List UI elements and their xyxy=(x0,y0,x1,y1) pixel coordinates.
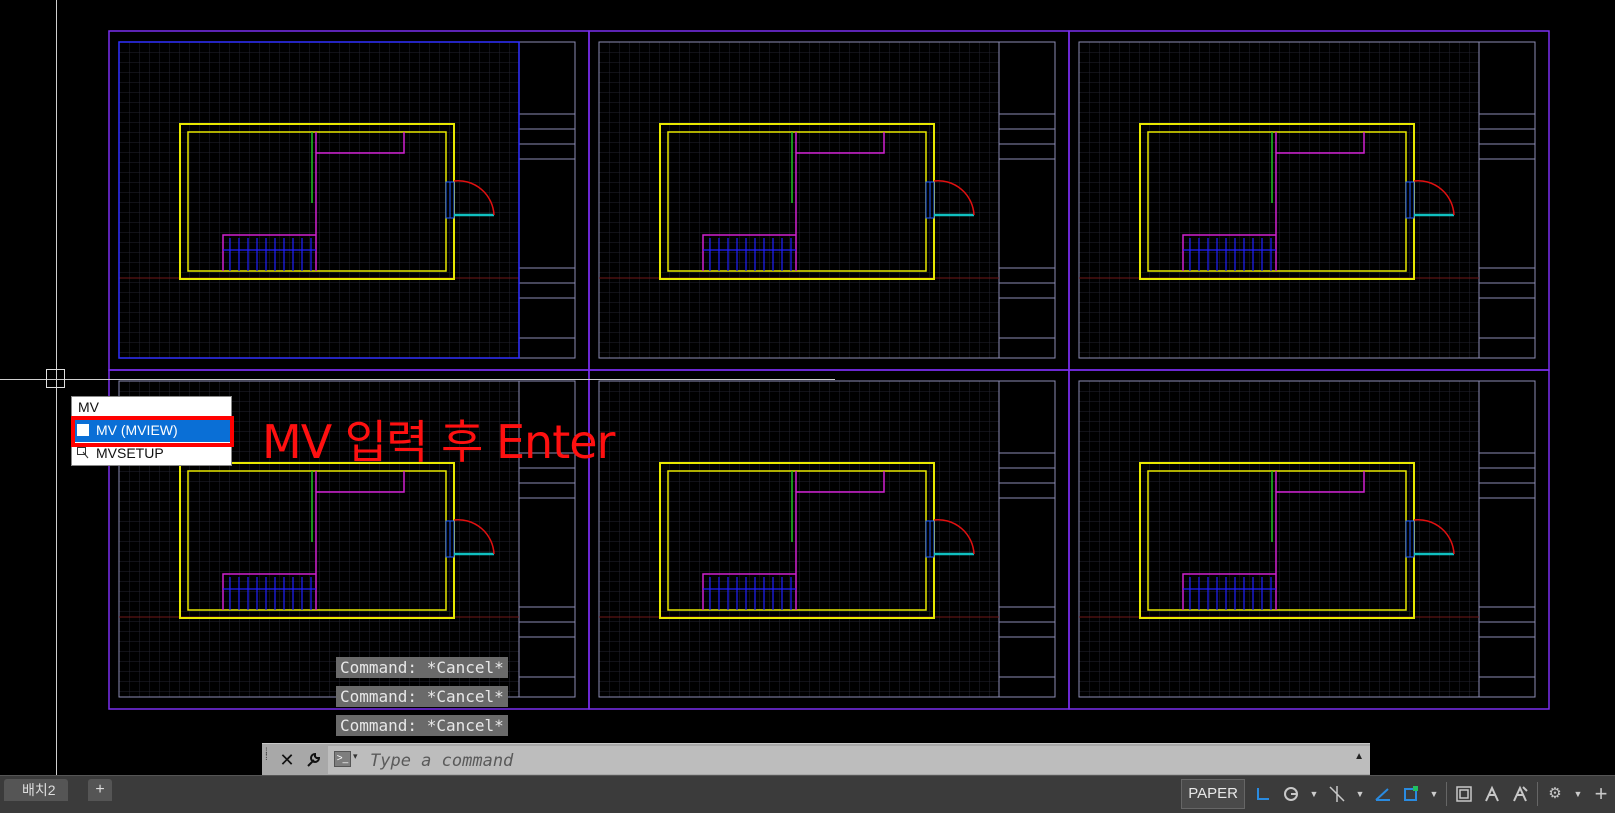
status-toolbar: PAPER ▼ ▼ ▼ ⚙ ▼ + xyxy=(1181,778,1615,810)
osnap-track-icon[interactable] xyxy=(1323,779,1351,809)
crosshair-pickbox xyxy=(46,369,65,388)
mvsetup-icon xyxy=(77,447,89,459)
viewport-bottom-middle xyxy=(588,369,1070,710)
caret-down-icon[interactable]: ▼ xyxy=(1425,779,1443,809)
viewport-top-middle xyxy=(588,30,1070,371)
expand-history-icon[interactable]: ▲ xyxy=(1354,751,1364,762)
caret-down-icon[interactable]: ▼ xyxy=(1305,779,1323,809)
command-history-line: Command: *Cancel* xyxy=(336,715,508,736)
grid-icon[interactable] xyxy=(1249,779,1277,809)
command-input-area[interactable]: >_ ▾ ▲ xyxy=(328,746,1370,774)
wrench-icon[interactable] xyxy=(302,744,324,776)
annotation-highlight-box xyxy=(71,416,234,447)
command-line-bar: ⁞⁞ ✕ >_ ▾ ▲ xyxy=(262,743,1370,776)
status-bar: 배치2 + PAPER ▼ ▼ ▼ ⚙ ▼ + xyxy=(0,775,1615,813)
grip-handle-icon[interactable]: ⁞ ⁞ xyxy=(265,748,271,770)
osnap-icon[interactable] xyxy=(1397,779,1425,809)
command-history-line: Command: *Cancel* xyxy=(336,657,508,678)
separator xyxy=(1446,782,1447,806)
paper-space-toggle[interactable]: PAPER xyxy=(1181,779,1245,809)
viewport-top-left xyxy=(108,30,590,371)
crosshair-horizontal xyxy=(0,379,835,380)
customize-plus-icon[interactable]: + xyxy=(1587,779,1615,809)
caret-down-icon[interactable]: ▼ xyxy=(1351,779,1369,809)
command-input[interactable] xyxy=(368,749,972,773)
viewport-scale-icon[interactable] xyxy=(1450,779,1478,809)
drawing-canvas[interactable] xyxy=(0,0,1615,775)
autocomplete-item-label: MVSETUP xyxy=(96,445,164,461)
layout-tab[interactable]: 배치2 xyxy=(4,779,68,801)
command-history-line: Command: *Cancel* xyxy=(336,686,508,707)
close-icon[interactable]: ✕ xyxy=(276,744,298,776)
polar-icon[interactable] xyxy=(1277,779,1305,809)
separator xyxy=(1537,782,1538,806)
annotation-text: MV 입력 후 Enter xyxy=(262,415,615,469)
gear-icon[interactable]: ⚙ xyxy=(1541,779,1569,809)
caret-down-icon[interactable]: ▾ xyxy=(353,751,358,762)
annotation-visibility-icon[interactable] xyxy=(1506,779,1534,809)
add-layout-button[interactable]: + xyxy=(88,779,112,801)
command-prompt-icon[interactable]: >_ xyxy=(334,751,351,767)
caret-down-icon[interactable]: ▼ xyxy=(1569,779,1587,809)
annotation-monitor-icon[interactable] xyxy=(1478,779,1506,809)
layout-tab-label: 배치2 xyxy=(22,782,56,798)
viewport-top-right xyxy=(1068,30,1550,371)
isodraft-icon[interactable] xyxy=(1369,779,1397,809)
viewport-bottom-right xyxy=(1068,369,1550,710)
